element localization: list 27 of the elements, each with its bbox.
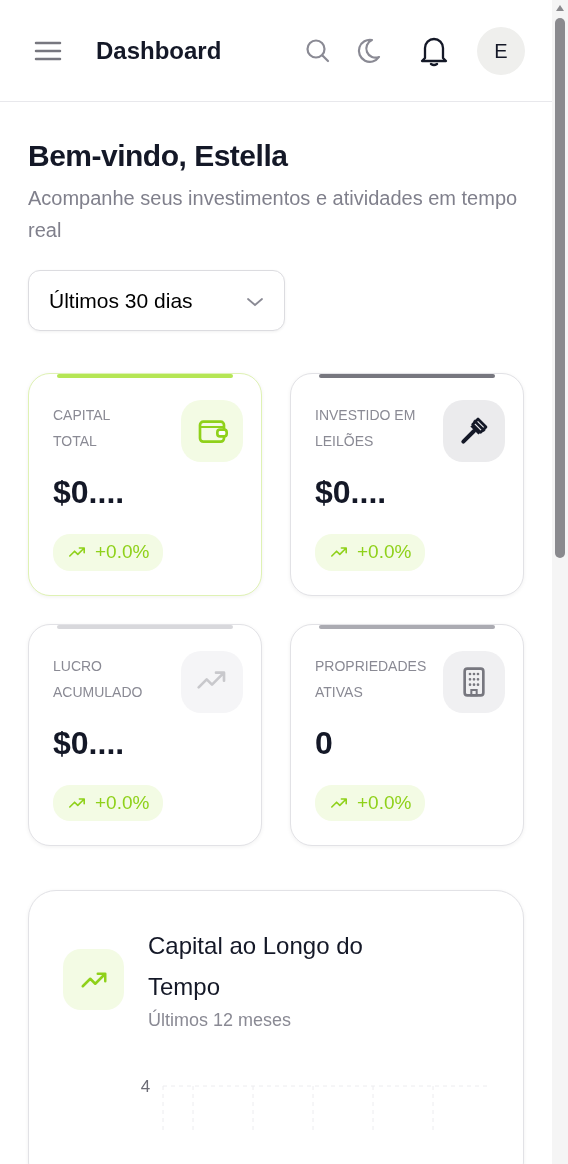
axis-tick-label: 4 — [139, 1076, 152, 1098]
change-badge: +0.0% — [53, 784, 164, 821]
page-title: Dashboard — [96, 35, 222, 66]
change-badge: +0.0% — [53, 534, 164, 571]
avatar-button[interactable]: E — [477, 26, 525, 75]
chart-subtitle: Últimos 12 meses — [148, 1008, 293, 1032]
stat-label: CAPITAL TOTAL — [53, 406, 111, 451]
search-icon[interactable] — [305, 37, 331, 64]
change-badge: +0.0% — [315, 534, 426, 571]
stat-value: 0 — [315, 723, 334, 763]
menu-icon[interactable] — [34, 39, 62, 62]
chevron-icon — [246, 297, 264, 308]
stat-value: $0.... — [53, 473, 126, 512]
stat-value: $0.... — [53, 723, 126, 763]
moon-icon[interactable] — [355, 36, 381, 65]
welcome-heading: Bem-vindo, Estella — [28, 138, 289, 174]
period-dropdown[interactable]: Últimos 30 dias — [28, 270, 285, 331]
stat-label: INVESTIDO EM LEILÕES — [315, 406, 417, 451]
stat-label: PROPRIEDADES ATIVAS — [315, 656, 428, 702]
welcome-subtitle: Acompanhe seus investimentos e atividades em tempo real — [28, 186, 518, 243]
chart-title: Capital ao Longo do Tempo — [148, 931, 364, 1002]
gavel-icon — [458, 415, 490, 447]
stat-value: $0.... — [315, 473, 388, 512]
scrollbar[interactable] — [552, 0, 568, 1164]
stat-label: LUCRO ACUMULADO — [53, 656, 144, 702]
change-badge: +0.0% — [315, 784, 426, 821]
scroll-up-arrow-icon[interactable] — [555, 4, 565, 12]
